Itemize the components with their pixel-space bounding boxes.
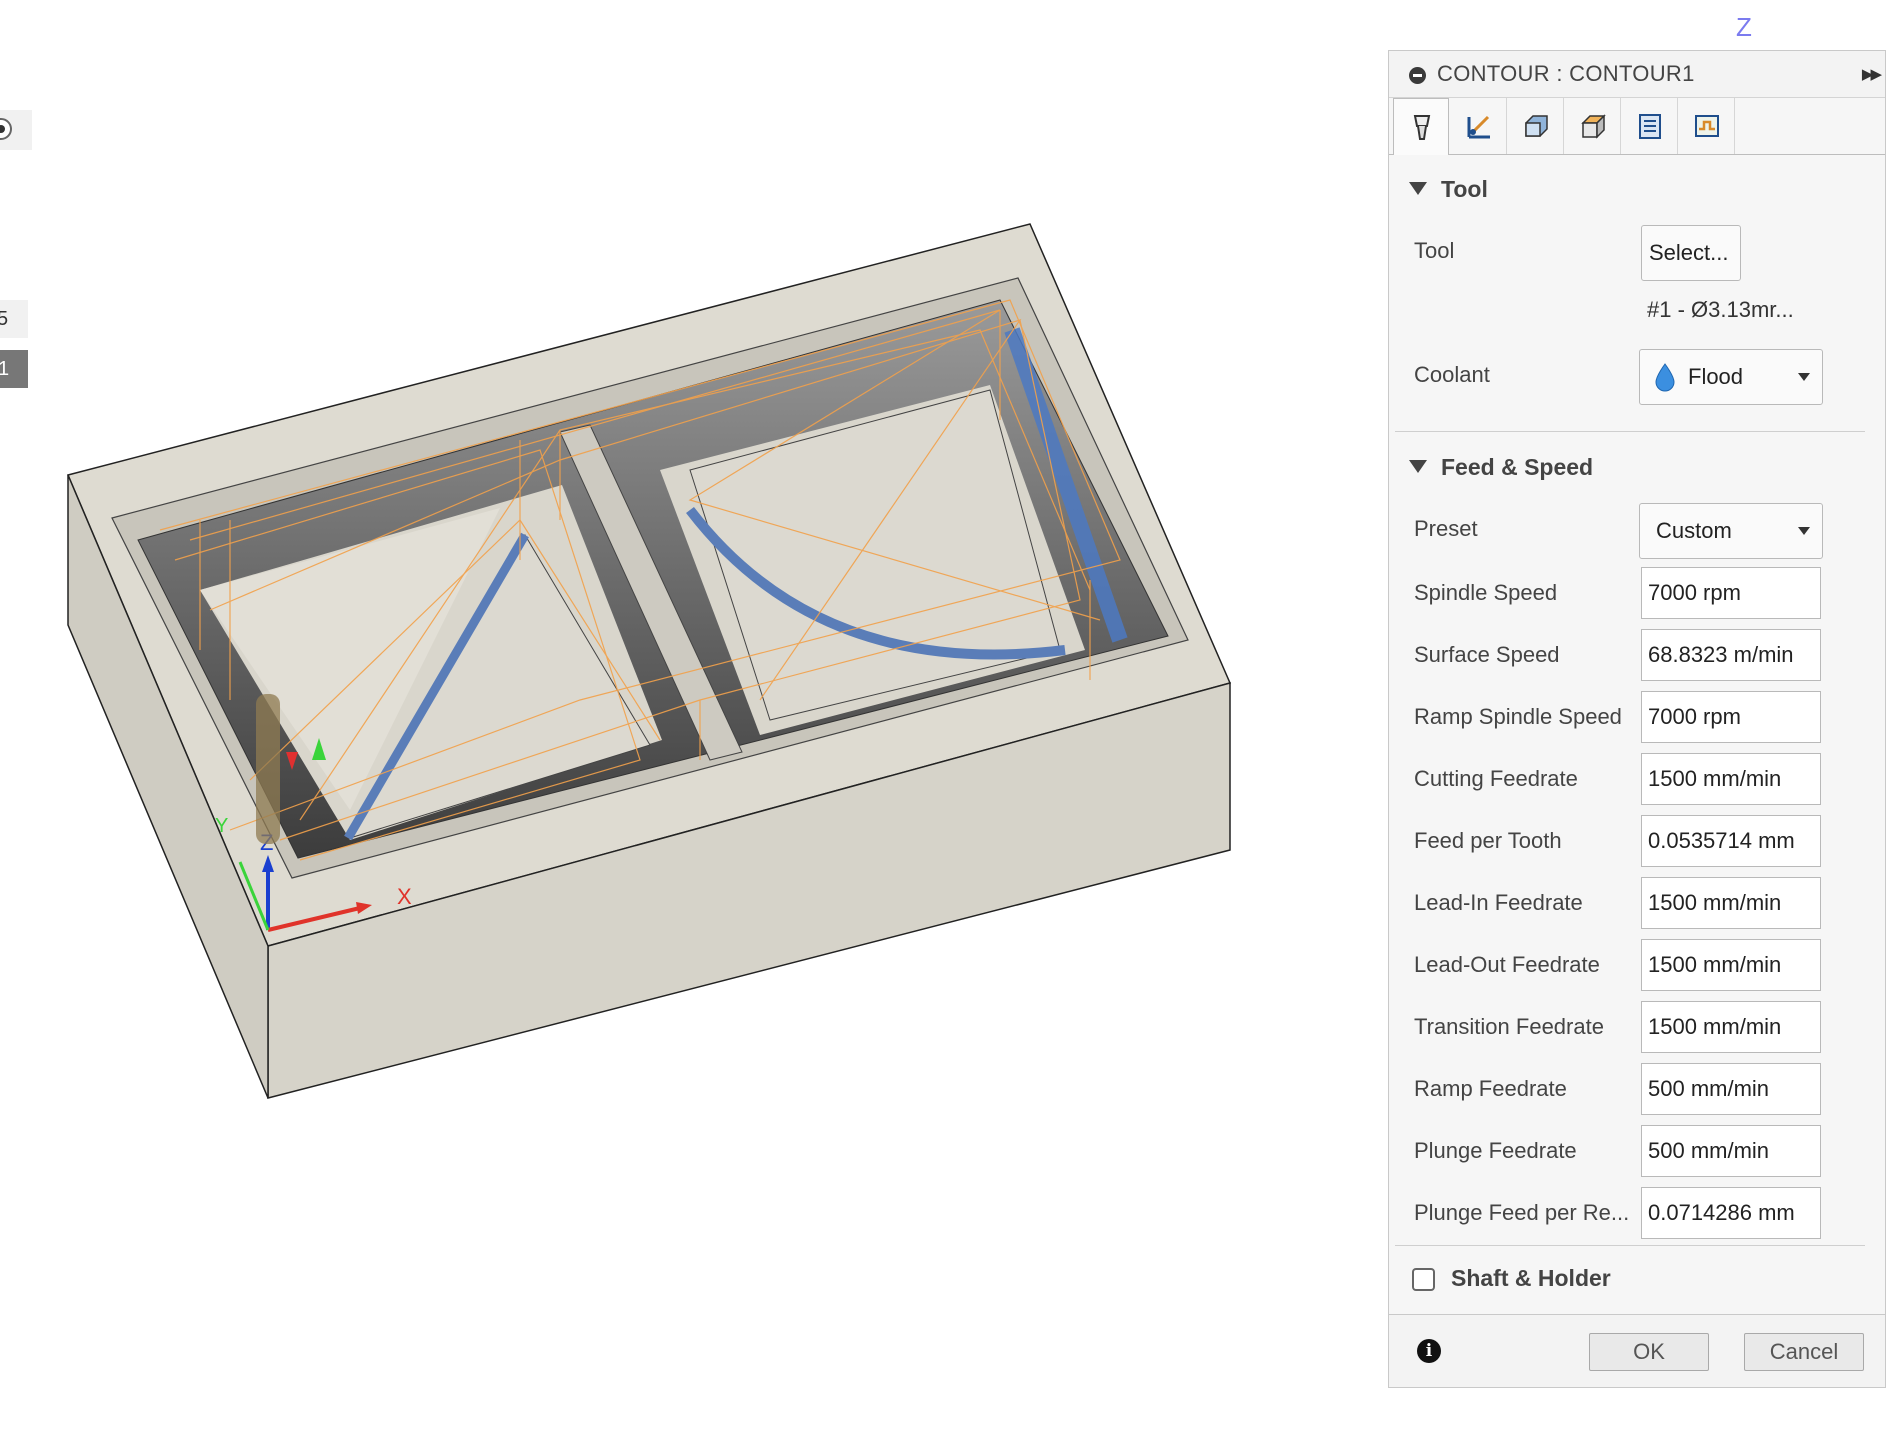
plunge-feed-per-rev-field[interactable]: 0.0714286 mm xyxy=(1641,1187,1821,1239)
tool-tab-icon xyxy=(1413,115,1431,140)
plunge-feed-per-rev-label: Plunge Feed per Re... xyxy=(1414,1200,1630,1225)
contour-dialog: CONTOUR : CONTOUR1 ▶▶ Tool Tool Select..… xyxy=(1388,50,1886,1388)
coolant-value: Flood xyxy=(1688,364,1744,389)
ramp-feedrate-label: Ramp Feedrate xyxy=(1414,1076,1567,1101)
collapse-triangle-icon xyxy=(1409,460,1427,473)
collapse-icon[interactable] xyxy=(1409,67,1426,84)
tool-section-header[interactable]: Tool xyxy=(1409,176,1488,203)
linking-tab-icon xyxy=(1639,114,1661,139)
left-panel-item[interactable]: 5 xyxy=(0,300,28,338)
geometry-tab-icon xyxy=(1467,115,1490,139)
tab-linking-path[interactable] xyxy=(1679,98,1735,154)
ramp-feedrate-field[interactable]: 500 mm/min xyxy=(1641,1063,1821,1115)
cancel-button[interactable]: Cancel xyxy=(1744,1333,1864,1371)
surface-speed-label: Surface Speed xyxy=(1414,642,1560,667)
tool-section-title: Tool xyxy=(1441,176,1488,202)
lead-out-feedrate-field[interactable]: 1500 mm/min xyxy=(1641,939,1821,991)
transition-feedrate-label: Transition Feedrate xyxy=(1414,1014,1604,1039)
cutting-feedrate-label: Cutting Feedrate xyxy=(1414,766,1578,791)
feed-section-title: Feed & Speed xyxy=(1441,454,1594,480)
dialog-footer: i OK Cancel xyxy=(1389,1314,1885,1387)
coolant-label: Coolant xyxy=(1414,362,1490,387)
lead-in-feedrate-label: Lead-In Feedrate xyxy=(1414,890,1583,915)
section-divider xyxy=(1395,431,1865,432)
spindle-speed-field[interactable]: 7000 rpm xyxy=(1641,567,1821,619)
axis-y-label: Y xyxy=(215,815,228,837)
radio-icon xyxy=(0,118,12,140)
expand-icon[interactable]: ▶▶ xyxy=(1862,65,1882,83)
dialog-title: CONTOUR : CONTOUR1 xyxy=(1437,61,1695,86)
chevron-down-icon xyxy=(1798,527,1810,535)
ramp-spindle-speed-label: Ramp Spindle Speed xyxy=(1414,704,1622,729)
left-panel-item-selected[interactable]: 1 xyxy=(0,350,28,388)
plunge-feedrate-field[interactable]: 500 mm/min xyxy=(1641,1125,1821,1177)
ok-button[interactable]: OK xyxy=(1589,1333,1709,1371)
ramp-spindle-speed-field[interactable]: 7000 rpm xyxy=(1641,691,1821,743)
tab-tool[interactable] xyxy=(1393,98,1449,155)
shaft-holder-checkbox[interactable] xyxy=(1412,1268,1435,1291)
cutting-feedrate-field[interactable]: 1500 mm/min xyxy=(1641,753,1821,805)
tool-label: Tool xyxy=(1414,238,1455,263)
tab-heights[interactable] xyxy=(1508,98,1564,154)
passes-tab-icon xyxy=(1581,114,1606,139)
dialog-tabs xyxy=(1389,98,1885,155)
preset-value: Custom xyxy=(1656,518,1732,543)
coolant-dropdown[interactable]: Flood xyxy=(1639,349,1823,405)
surface-speed-field[interactable]: 68.8323 m/min xyxy=(1641,629,1821,681)
lead-out-feedrate-label: Lead-Out Feedrate xyxy=(1414,952,1600,977)
plunge-feedrate-label: Plunge Feedrate xyxy=(1414,1138,1577,1163)
linking-path-tab-icon xyxy=(1695,115,1719,137)
model-render[interactable]: Z X Y xyxy=(0,0,1386,1454)
transition-feedrate-field[interactable]: 1500 mm/min xyxy=(1641,1001,1821,1053)
tab-linking[interactable] xyxy=(1622,98,1678,154)
axis-x-label: X xyxy=(397,884,412,909)
info-icon[interactable]: i xyxy=(1417,1339,1441,1363)
chevron-down-icon xyxy=(1798,373,1810,381)
feed-section-header[interactable]: Feed & Speed xyxy=(1409,454,1593,481)
tab-passes[interactable] xyxy=(1565,98,1621,154)
feed-per-tooth-label: Feed per Tooth xyxy=(1414,828,1562,853)
feed-per-tooth-field[interactable]: 0.0535714 mm xyxy=(1641,815,1821,867)
water-drop-icon xyxy=(1655,363,1675,392)
collapse-triangle-icon xyxy=(1409,182,1427,195)
section-divider xyxy=(1395,1245,1865,1246)
heights-tab-icon xyxy=(1525,115,1548,137)
shaft-holder-label: Shaft & Holder xyxy=(1451,1265,1611,1291)
spindle-speed-label: Spindle Speed xyxy=(1414,580,1558,605)
tool-name: #1 - Ø3.13mr... xyxy=(1647,297,1794,322)
preset-label: Preset xyxy=(1414,516,1478,541)
viewcube-z-label[interactable]: Z xyxy=(1736,12,1752,43)
tab-geometry[interactable] xyxy=(1451,98,1507,154)
preset-dropdown[interactable]: Custom xyxy=(1639,503,1823,559)
dialog-header: CONTOUR : CONTOUR1 ▶▶ xyxy=(1389,51,1885,98)
left-panel-radio[interactable] xyxy=(0,110,32,150)
tool-select-button[interactable]: Select... xyxy=(1641,225,1741,281)
lead-in-feedrate-field[interactable]: 1500 mm/min xyxy=(1641,877,1821,929)
